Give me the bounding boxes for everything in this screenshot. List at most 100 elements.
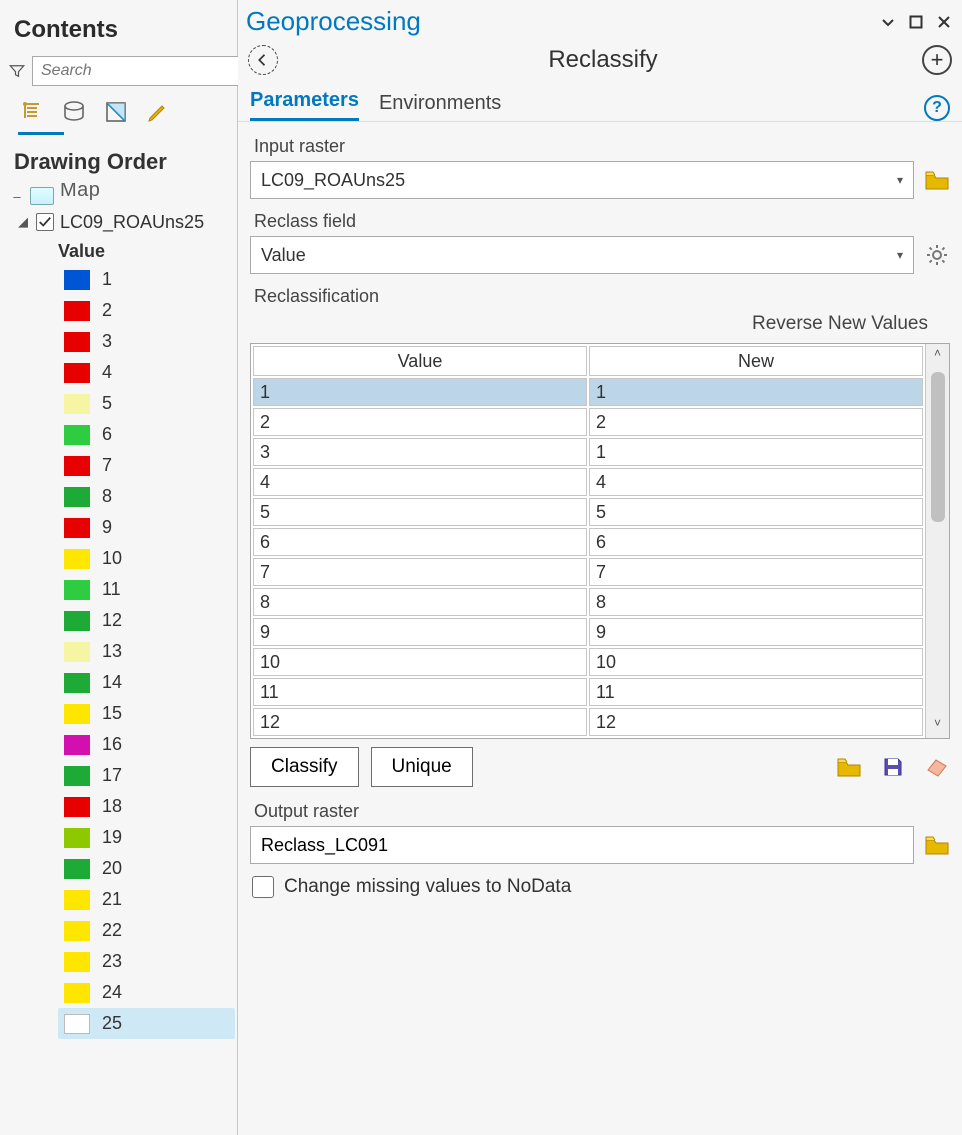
legend-item[interactable]: 8 [58, 481, 235, 512]
legend-item[interactable]: 15 [58, 698, 235, 729]
legend-item[interactable]: 2 [58, 295, 235, 326]
expander-icon[interactable]: – [10, 189, 24, 204]
legend-item[interactable]: 5 [58, 388, 235, 419]
cell-new[interactable]: 11 [589, 678, 923, 706]
table-row[interactable]: 77 [253, 558, 923, 586]
legend-item[interactable]: 24 [58, 977, 235, 1008]
legend-item[interactable]: 12 [58, 605, 235, 636]
input-raster-combo[interactable]: LC09_ROAUns25 ▾ [250, 161, 914, 199]
cell-new[interactable]: 9 [589, 618, 923, 646]
cell-value[interactable]: 10 [253, 648, 587, 676]
nodata-checkbox[interactable] [252, 876, 274, 898]
table-row[interactable]: 31 [253, 438, 923, 466]
unique-button[interactable]: Unique [371, 747, 473, 787]
tab-parameters[interactable]: Parameters [250, 83, 359, 121]
cell-new[interactable]: 10 [589, 648, 923, 676]
legend-item[interactable]: 13 [58, 636, 235, 667]
gear-icon[interactable] [924, 242, 950, 268]
table-row[interactable]: 1010 [253, 648, 923, 676]
legend-item[interactable]: 20 [58, 853, 235, 884]
legend-item[interactable]: 21 [58, 884, 235, 915]
legend-item[interactable]: 18 [58, 791, 235, 822]
cell-value[interactable]: 11 [253, 678, 587, 706]
legend-item[interactable]: 6 [58, 419, 235, 450]
list-by-selection-icon[interactable] [102, 98, 130, 126]
add-to-model-button[interactable]: + [922, 45, 952, 75]
cell-value[interactable]: 2 [253, 408, 587, 436]
reclass-table[interactable]: Value New 112231445566778899101011111212 [251, 344, 925, 738]
table-row[interactable]: 11 [253, 378, 923, 406]
expander-icon[interactable]: ◢ [16, 214, 30, 230]
table-row[interactable]: 44 [253, 468, 923, 496]
cell-value[interactable]: 9 [253, 618, 587, 646]
col-header-new[interactable]: New [589, 346, 923, 376]
help-icon[interactable]: ? [924, 95, 950, 121]
legend-item[interactable]: 3 [58, 326, 235, 357]
table-scrollbar[interactable]: ˄ ˅ [925, 344, 949, 738]
cell-value[interactable]: 1 [253, 378, 587, 406]
legend-item[interactable]: 14 [58, 667, 235, 698]
filter-icon[interactable] [8, 62, 26, 80]
legend-item[interactable]: 11 [58, 574, 235, 605]
legend-item[interactable]: 10 [58, 543, 235, 574]
dropdown-icon[interactable] [878, 12, 898, 32]
table-row[interactable]: 99 [253, 618, 923, 646]
cell-new[interactable]: 7 [589, 558, 923, 586]
cell-value[interactable]: 6 [253, 528, 587, 556]
map-node[interactable]: – Map [8, 183, 235, 209]
cell-new[interactable]: 1 [589, 438, 923, 466]
scroll-down-icon[interactable]: ˅ [934, 716, 941, 736]
maximize-icon[interactable] [906, 12, 926, 32]
list-by-source-icon[interactable] [60, 98, 88, 126]
table-row[interactable]: 66 [253, 528, 923, 556]
legend-item[interactable]: 25 [58, 1008, 235, 1039]
list-by-drawing-order-icon[interactable] [18, 98, 46, 126]
cell-value[interactable]: 5 [253, 498, 587, 526]
save-remap-icon[interactable] [880, 754, 906, 780]
table-row[interactable]: 55 [253, 498, 923, 526]
legend-item[interactable]: 19 [58, 822, 235, 853]
table-row[interactable]: 1212 [253, 708, 923, 736]
legend-item[interactable]: 9 [58, 512, 235, 543]
delete-remap-icon[interactable] [924, 754, 950, 780]
table-row[interactable]: 88 [253, 588, 923, 616]
scroll-thumb[interactable] [931, 372, 945, 522]
cell-value[interactable]: 3 [253, 438, 587, 466]
cell-new[interactable]: 4 [589, 468, 923, 496]
reclass-field-combo[interactable]: Value ▾ [250, 236, 914, 274]
layer-visibility-checkbox[interactable] [36, 213, 54, 231]
layer-node[interactable]: ◢ LC09_ROAUns25 [14, 209, 235, 235]
reverse-new-values-link[interactable]: Reverse New Values [250, 313, 928, 335]
legend-item[interactable]: 22 [58, 915, 235, 946]
browse-folder-icon[interactable] [924, 832, 950, 858]
contents-search-input[interactable] [32, 56, 258, 86]
cell-new[interactable]: 8 [589, 588, 923, 616]
legend-item[interactable]: 17 [58, 760, 235, 791]
legend-item[interactable]: 16 [58, 729, 235, 760]
browse-folder-icon[interactable] [924, 167, 950, 193]
cell-new[interactable]: 5 [589, 498, 923, 526]
cell-value[interactable]: 4 [253, 468, 587, 496]
legend-item[interactable]: 1 [58, 264, 235, 295]
legend-item[interactable]: 7 [58, 450, 235, 481]
cell-value[interactable]: 8 [253, 588, 587, 616]
output-raster-input[interactable] [250, 826, 914, 864]
edit-pencil-icon[interactable] [144, 98, 172, 126]
cell-new[interactable]: 12 [589, 708, 923, 736]
table-row[interactable]: 1111 [253, 678, 923, 706]
cell-value[interactable]: 12 [253, 708, 587, 736]
table-row[interactable]: 22 [253, 408, 923, 436]
cell-value[interactable]: 7 [253, 558, 587, 586]
close-icon[interactable] [934, 12, 954, 32]
tab-environments[interactable]: Environments [379, 86, 501, 121]
load-remap-icon[interactable] [836, 754, 862, 780]
legend-item[interactable]: 23 [58, 946, 235, 977]
col-header-value[interactable]: Value [253, 346, 587, 376]
classify-button[interactable]: Classify [250, 747, 359, 787]
scroll-up-icon[interactable]: ˄ [934, 346, 941, 366]
cell-new[interactable]: 2 [589, 408, 923, 436]
cell-new[interactable]: 1 [589, 378, 923, 406]
back-button[interactable] [248, 45, 278, 75]
cell-new[interactable]: 6 [589, 528, 923, 556]
legend-item[interactable]: 4 [58, 357, 235, 388]
